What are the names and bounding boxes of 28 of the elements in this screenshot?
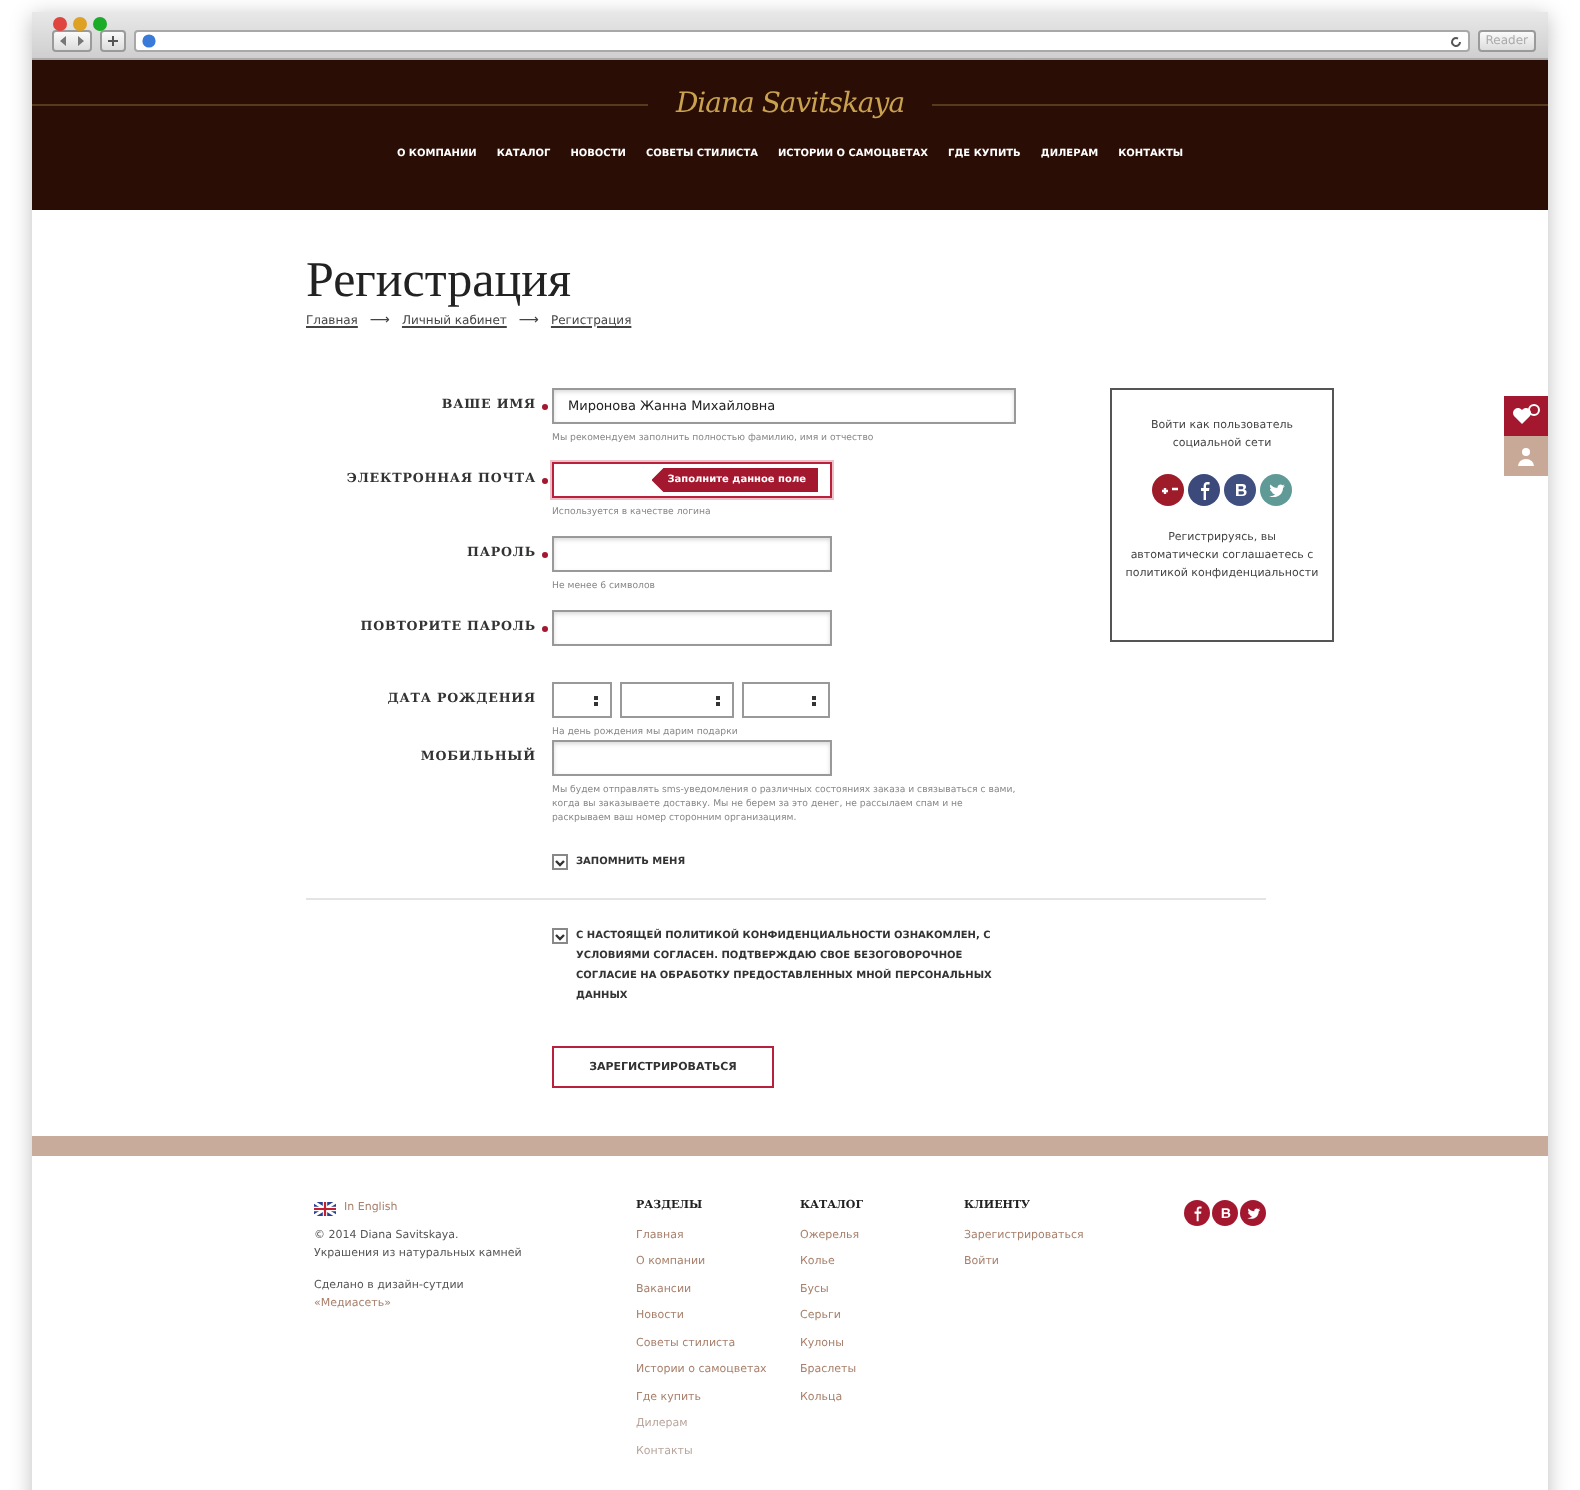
logo[interactable]: Diana Savitskaya [675, 88, 905, 120]
page-title: Регистрация [306, 254, 573, 310]
heart-chat-icon [1512, 404, 1540, 428]
twitter-icon[interactable] [1240, 1200, 1266, 1226]
select-arrows-icon [812, 695, 816, 705]
plus-icon [108, 36, 118, 46]
person-icon [1518, 446, 1534, 466]
date-select[interactable] [620, 682, 734, 718]
input-field[interactable] [552, 610, 832, 646]
input-field[interactable] [552, 740, 832, 776]
checkbox[interactable] [552, 854, 568, 870]
favorites-tab[interactable] [1504, 396, 1548, 436]
date-select[interactable] [552, 682, 612, 718]
globe-icon [142, 34, 156, 48]
new-tab-button[interactable] [100, 30, 126, 52]
select-arrows-icon [716, 695, 720, 705]
back-forward-button[interactable] [52, 30, 92, 52]
vk-icon[interactable] [1212, 1200, 1238, 1226]
facebook-icon[interactable] [1188, 474, 1220, 506]
input-field[interactable] [552, 536, 832, 572]
reload-icon[interactable] [1449, 35, 1462, 47]
checkbox[interactable] [552, 928, 568, 944]
facebook-icon[interactable] [1184, 1200, 1210, 1226]
select-arrows-icon [594, 695, 598, 705]
flag-icon[interactable] [314, 1202, 336, 1216]
arrows-icon [60, 36, 84, 46]
date-select[interactable] [742, 682, 830, 718]
vk-icon[interactable] [1224, 474, 1256, 506]
